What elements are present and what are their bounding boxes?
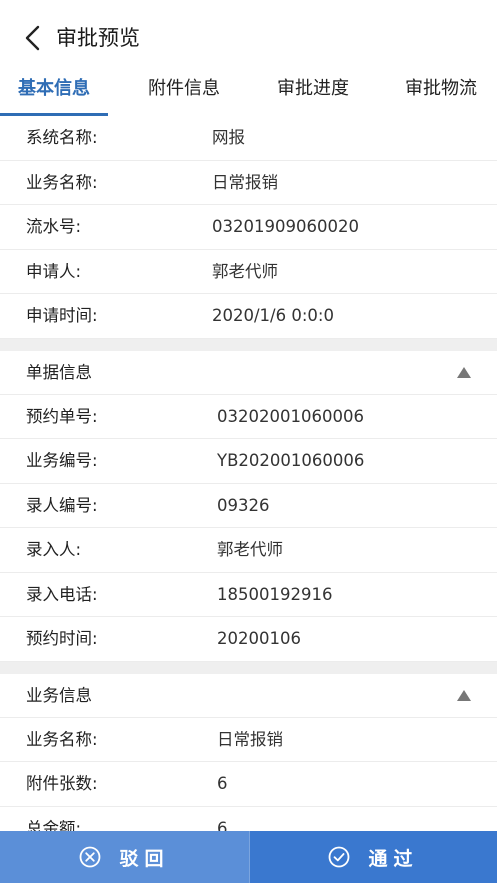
tab-basic-info[interactable]: 基本信息 xyxy=(0,74,108,116)
field-label: 录入人: xyxy=(26,540,82,559)
field-label: 附件张数: xyxy=(26,774,98,793)
field-label: 业务编号: xyxy=(26,451,98,470)
section-title: 单据信息 xyxy=(26,362,92,382)
field-label: 业务名称: xyxy=(26,172,98,192)
field-label: 系统名称: xyxy=(26,128,98,147)
section-divider xyxy=(0,661,497,674)
info-row: 系统名称: 网报 xyxy=(0,116,497,161)
info-row: 预约时间: 20200106 xyxy=(0,617,497,662)
field-label: 录入电话: xyxy=(26,584,98,604)
field-value: 03202001060006 xyxy=(217,406,364,426)
info-row: 预约单号: 03202001060006 xyxy=(0,394,497,439)
info-row: 录入人: 郭老代师 xyxy=(0,528,497,573)
business-info-section: 业务信息 业务名称: 日常报销 附件张数: 6 总金额: 6 xyxy=(0,673,497,832)
field-label: 申请时间: xyxy=(26,306,98,325)
info-row: 申请人: 郭老代师 xyxy=(0,249,497,294)
reject-button[interactable]: 驳回 xyxy=(0,831,249,883)
field-value: 郭老代师 xyxy=(217,540,283,559)
section-title: 业务信息 xyxy=(26,685,92,705)
chevron-left-icon xyxy=(25,25,40,51)
info-row: 业务编号: YB202001060006 xyxy=(0,439,497,484)
document-info-section: 单据信息 预约单号: 03202001060006 业务编号: YB202001… xyxy=(0,350,497,662)
field-value: 日常报销 xyxy=(217,729,283,749)
approve-button[interactable]: 通过 xyxy=(249,831,497,883)
field-value: 09326 xyxy=(217,495,270,515)
collapse-triangle-icon[interactable] xyxy=(457,689,471,701)
field-value: 2020/1/6 0:0:0 xyxy=(212,306,334,325)
field-value: 郭老代师 xyxy=(212,261,278,281)
field-value: 网报 xyxy=(212,128,245,147)
info-row: 总金额: 6 xyxy=(0,806,497,832)
tab-bar: 基本信息 附件信息 审批进度 审批物流 xyxy=(0,72,497,116)
field-value: 20200106 xyxy=(217,629,301,648)
approve-label: 通过 xyxy=(368,847,419,870)
field-value: 日常报销 xyxy=(212,172,278,192)
page-title: 审批预览 xyxy=(56,26,140,50)
field-value: 18500192916 xyxy=(217,584,333,604)
business-info-header[interactable]: 业务信息 xyxy=(0,673,497,718)
tab-attachment-info[interactable]: 附件信息 xyxy=(148,74,220,104)
field-label: 流水号: xyxy=(26,217,82,236)
section-divider xyxy=(0,338,497,351)
field-label: 预约时间: xyxy=(26,629,98,648)
info-row: 业务名称: 日常报销 xyxy=(0,160,497,205)
tab-approval-progress[interactable]: 审批进度 xyxy=(277,74,349,104)
close-circle-icon xyxy=(79,846,101,868)
collapse-triangle-icon[interactable] xyxy=(457,366,471,378)
field-label: 业务名称: xyxy=(26,729,98,749)
reject-label: 驳回 xyxy=(119,847,170,870)
field-label: 预约单号: xyxy=(26,406,98,426)
field-label: 录人编号: xyxy=(26,495,98,515)
info-row: 申请时间: 2020/1/6 0:0:0 xyxy=(0,294,497,339)
back-button[interactable] xyxy=(18,22,50,54)
info-row: 录入电话: 18500192916 xyxy=(0,572,497,617)
check-circle-icon xyxy=(328,846,350,868)
info-row: 附件张数: 6 xyxy=(0,762,497,807)
basic-info-section: 系统名称: 网报 业务名称: 日常报销 流水号: 03201909060020 … xyxy=(0,116,497,339)
app-header: 审批预览 xyxy=(0,0,497,72)
field-value: YB202001060006 xyxy=(217,451,365,470)
info-row: 录人编号: 09326 xyxy=(0,483,497,528)
field-label: 申请人: xyxy=(26,261,82,281)
field-value: 6 xyxy=(217,818,228,832)
info-row: 流水号: 03201909060020 xyxy=(0,205,497,250)
action-bar: 驳回 通过 xyxy=(0,831,497,883)
detail-content[interactable]: 系统名称: 网报 业务名称: 日常报销 流水号: 03201909060020 … xyxy=(0,116,497,831)
document-info-header[interactable]: 单据信息 xyxy=(0,350,497,395)
field-value: 6 xyxy=(217,774,228,793)
field-label: 总金额: xyxy=(26,818,82,832)
info-row: 业务名称: 日常报销 xyxy=(0,717,497,762)
tab-approval-logistics[interactable]: 审批物流 xyxy=(405,74,477,104)
field-value: 03201909060020 xyxy=(212,217,359,236)
